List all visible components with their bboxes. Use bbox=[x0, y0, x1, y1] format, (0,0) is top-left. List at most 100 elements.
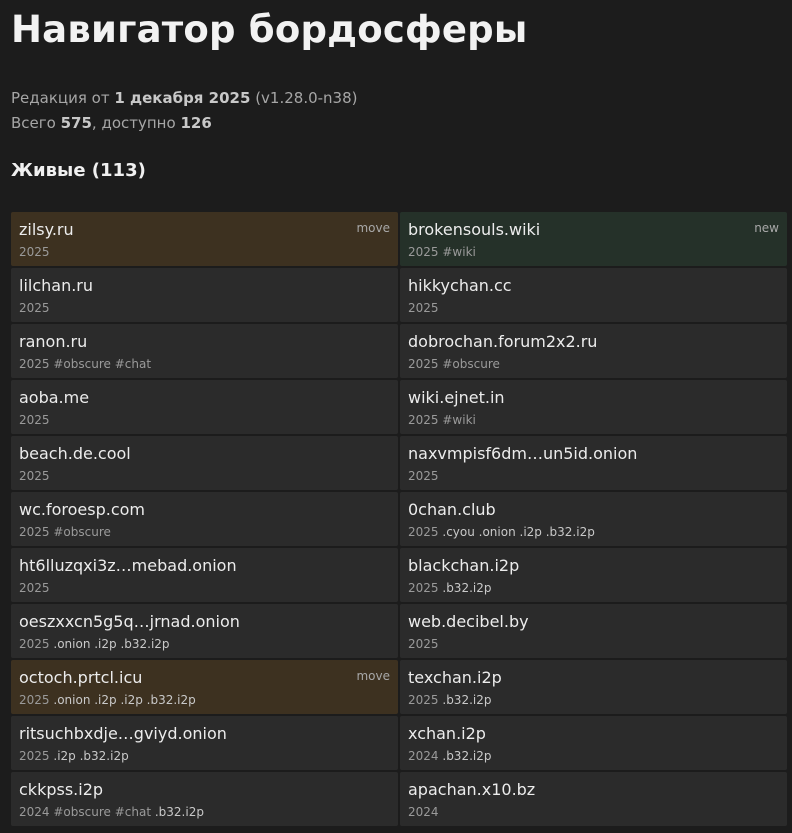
board-name[interactable]: hikkychan.cc bbox=[408, 276, 779, 296]
board-meta: 2025 bbox=[408, 637, 779, 651]
board-name[interactable]: octoch.prtcl.icu bbox=[19, 668, 390, 688]
board-meta: 2025 .onion .i2p .b32.i2p bbox=[19, 637, 390, 651]
board-card[interactable]: ht6lluzqxi3z…mebad.onion 2025 bbox=[11, 548, 398, 602]
board-year: 2025 bbox=[408, 525, 439, 539]
board-card[interactable]: texchan.i2p 2025 .b32.i2p bbox=[400, 660, 787, 714]
board-name[interactable]: apachan.x10.bz bbox=[408, 780, 779, 800]
board-meta: 2025 .onion .i2p .i2p .b32.i2p bbox=[19, 693, 390, 707]
board-tags: #obscure bbox=[53, 525, 111, 539]
board-name[interactable]: texchan.i2p bbox=[408, 668, 779, 688]
board-card[interactable]: ckkpss.i2p 2024 #obscure #chat .b32.i2p bbox=[11, 772, 398, 826]
board-name[interactable]: blackchan.i2p bbox=[408, 556, 779, 576]
board-name[interactable]: ht6lluzqxi3z…mebad.onion bbox=[19, 556, 390, 576]
board-year: 2025 bbox=[19, 525, 50, 539]
board-name[interactable]: ritsuchbxdje…gviyd.onion bbox=[19, 724, 390, 744]
total-prefix: Всего bbox=[11, 114, 56, 132]
board-meta: 2025 #obscure bbox=[19, 525, 390, 539]
board-meta: 2025 .i2p .b32.i2p bbox=[19, 749, 390, 763]
board-name[interactable]: xchan.i2p bbox=[408, 724, 779, 744]
board-tags: #obscure #chat bbox=[53, 357, 152, 371]
board-mirrors[interactable]: .i2p .b32.i2p bbox=[53, 749, 128, 763]
board-tags: #wiki bbox=[442, 413, 476, 427]
board-meta: 2025 #obscure bbox=[408, 357, 779, 371]
edition-date: 1 декабря 2025 bbox=[114, 89, 251, 107]
board-card[interactable]: zilsy.ru 2025 move bbox=[11, 212, 398, 266]
board-mirrors[interactable]: .onion .i2p .b32.i2p bbox=[53, 637, 169, 651]
board-meta: 2025 bbox=[19, 413, 390, 427]
board-meta: 2025 .cyou .onion .i2p .b32.i2p bbox=[408, 525, 779, 539]
board-card[interactable]: hikkychan.cc 2025 bbox=[400, 268, 787, 322]
board-meta: 2025 bbox=[19, 581, 390, 595]
board-name[interactable]: wiki.ejnet.in bbox=[408, 388, 779, 408]
board-name[interactable]: wc.foroesp.com bbox=[19, 500, 390, 520]
board-mirrors[interactable]: .b32.i2p bbox=[155, 805, 204, 819]
board-card[interactable]: 0chan.club 2025 .cyou .onion .i2p .b32.i2… bbox=[400, 492, 787, 546]
board-meta: 2025 #wiki bbox=[408, 413, 779, 427]
board-card[interactable]: web.decibel.by 2025 bbox=[400, 604, 787, 658]
board-year: 2025 bbox=[19, 469, 50, 483]
board-meta: 2025 bbox=[19, 245, 390, 259]
board-card[interactable]: oeszxxcn5g5q…jrnad.onion 2025 .onion .i2p… bbox=[11, 604, 398, 658]
board-card[interactable]: octoch.prtcl.icu 2025 .onion .i2p .i2p .b… bbox=[11, 660, 398, 714]
board-year: 2025 bbox=[408, 357, 439, 371]
board-card[interactable]: brokensouls.wiki 2025 #wiki new bbox=[400, 212, 787, 266]
board-mirrors[interactable]: .b32.i2p bbox=[442, 581, 491, 595]
board-name[interactable]: naxvmpisf6dm…un5id.onion bbox=[408, 444, 779, 464]
board-year: 2024 bbox=[408, 805, 439, 819]
board-card[interactable]: aoba.me 2025 bbox=[11, 380, 398, 434]
board-card[interactable]: blackchan.i2p 2025 .b32.i2p bbox=[400, 548, 787, 602]
board-year: 2025 bbox=[408, 581, 439, 595]
board-meta: 2025 bbox=[408, 469, 779, 483]
status-badge: new bbox=[754, 221, 779, 235]
board-meta: 2025 .b32.i2p bbox=[408, 693, 779, 707]
board-mirrors[interactable]: .b32.i2p bbox=[442, 749, 491, 763]
edition-line: Редакция от 1 декабря 2025 (v1.28.0-n38) bbox=[11, 86, 358, 111]
board-name[interactable]: brokensouls.wiki bbox=[408, 220, 779, 240]
board-card[interactable]: xchan.i2p 2024 .b32.i2p bbox=[400, 716, 787, 770]
board-year: 2025 bbox=[408, 301, 439, 315]
board-card[interactable]: ritsuchbxdje…gviyd.onion 2025 .i2p .b32.i… bbox=[11, 716, 398, 770]
board-name[interactable]: 0chan.club bbox=[408, 500, 779, 520]
board-name[interactable]: zilsy.ru bbox=[19, 220, 390, 240]
board-year: 2025 bbox=[19, 581, 50, 595]
board-year: 2025 bbox=[19, 245, 50, 259]
board-year: 2025 bbox=[408, 245, 439, 259]
board-card[interactable]: wc.foroesp.com 2025 #obscure bbox=[11, 492, 398, 546]
board-card[interactable]: naxvmpisf6dm…un5id.onion 2025 bbox=[400, 436, 787, 490]
board-year: 2025 bbox=[408, 693, 439, 707]
board-year: 2025 bbox=[19, 637, 50, 651]
board-meta: 2024 bbox=[408, 805, 779, 819]
board-name[interactable]: web.decibel.by bbox=[408, 612, 779, 632]
board-card[interactable]: dobrochan.forum2x2.ru 2025 #obscure bbox=[400, 324, 787, 378]
section-title-alive: Живые (113) bbox=[11, 160, 146, 181]
board-card[interactable]: ranon.ru 2025 #obscure #chat bbox=[11, 324, 398, 378]
board-name[interactable]: dobrochan.forum2x2.ru bbox=[408, 332, 779, 352]
board-name[interactable]: ckkpss.i2p bbox=[19, 780, 390, 800]
board-tags: #obscure #chat bbox=[53, 805, 152, 819]
board-meta: 2024 #obscure #chat .b32.i2p bbox=[19, 805, 390, 819]
board-card[interactable]: beach.de.cool 2025 bbox=[11, 436, 398, 490]
board-year: 2025 bbox=[19, 749, 50, 763]
board-tags: #wiki bbox=[442, 245, 476, 259]
board-card[interactable]: lilchan.ru 2025 bbox=[11, 268, 398, 322]
status-badge: move bbox=[356, 221, 390, 235]
board-name[interactable]: aoba.me bbox=[19, 388, 390, 408]
available-prefix: , доступно bbox=[91, 114, 176, 132]
board-card[interactable]: apachan.x10.bz 2024 bbox=[400, 772, 787, 826]
board-name[interactable]: ranon.ru bbox=[19, 332, 390, 352]
board-meta: 2025 #wiki bbox=[408, 245, 779, 259]
version-label: (v1.28.0-n38) bbox=[255, 89, 358, 107]
edition-prefix: Редакция от bbox=[11, 89, 110, 107]
board-card[interactable]: wiki.ejnet.in 2025 #wiki bbox=[400, 380, 787, 434]
total-count: 575 bbox=[60, 114, 92, 132]
board-mirrors[interactable]: .onion .i2p .i2p .b32.i2p bbox=[53, 693, 195, 707]
board-name[interactable]: lilchan.ru bbox=[19, 276, 390, 296]
edition-info: Редакция от 1 декабря 2025 (v1.28.0-n38)… bbox=[11, 86, 358, 136]
board-name[interactable]: beach.de.cool bbox=[19, 444, 390, 464]
board-year: 2025 bbox=[19, 693, 50, 707]
board-mirrors[interactable]: .cyou .onion .i2p .b32.i2p bbox=[442, 525, 594, 539]
board-mirrors[interactable]: .b32.i2p bbox=[442, 693, 491, 707]
board-name[interactable]: oeszxxcn5g5q…jrnad.onion bbox=[19, 612, 390, 632]
board-year: 2025 bbox=[19, 413, 50, 427]
available-count: 126 bbox=[180, 114, 212, 132]
